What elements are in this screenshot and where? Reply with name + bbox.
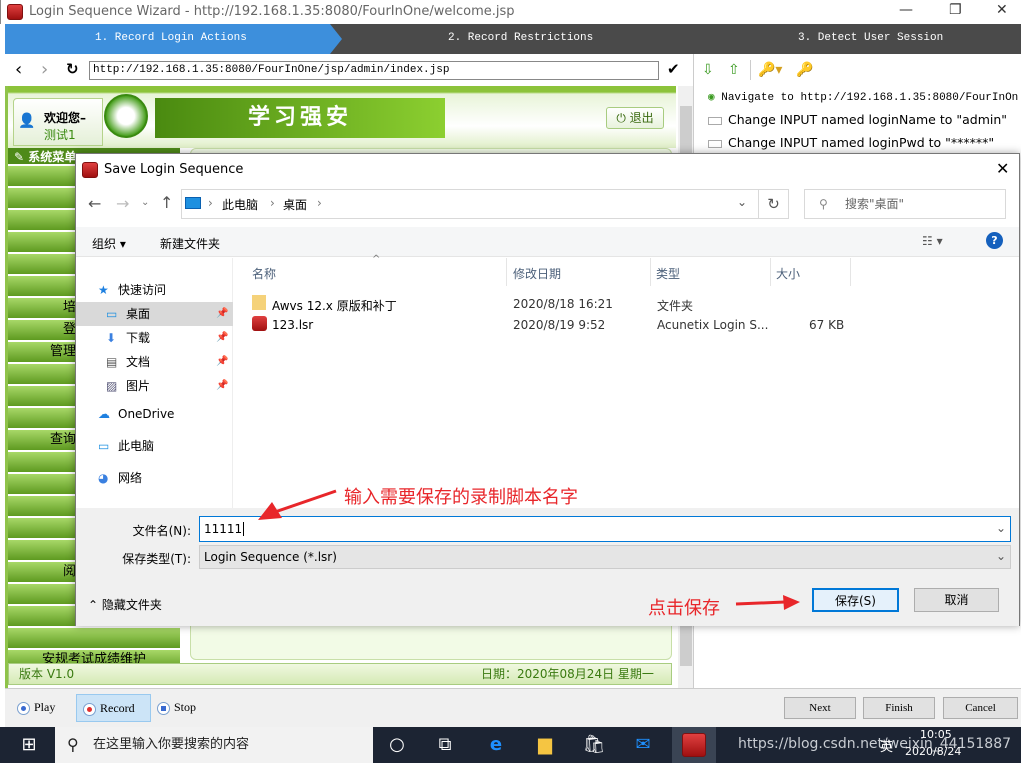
play-button[interactable]: Play <box>17 700 55 715</box>
annotation-arrows <box>258 489 800 610</box>
clock-time[interactable]: 10:05 <box>920 728 952 741</box>
taskbar: ⊞ ⚲ 在这里输入你要搜索的内容 ○ ⧉ e ▆ 🛍 ✉ https://blog… <box>0 727 1021 763</box>
arrow-to-save <box>735 595 800 610</box>
cortana-icon[interactable]: ○ <box>385 733 409 757</box>
taskbar-search-placeholder: 在这里输入你要搜索的内容 <box>93 737 250 752</box>
watermark: https://blog.csdn.net/weixin_44151887 <box>738 736 1012 752</box>
record-icon <box>83 702 96 716</box>
record-button[interactable]: Record <box>76 694 151 722</box>
stop-label: Stop <box>174 700 197 714</box>
start-windows-icon[interactable]: ⊞ <box>17 733 41 757</box>
wizard-cancel-button[interactable]: Cancel <box>943 697 1018 719</box>
ime-indicator[interactable]: 英 <box>880 736 893 755</box>
taskbar-search[interactable]: ⚲ 在这里输入你要搜索的内容 <box>55 727 373 763</box>
mail-icon[interactable]: ✉ <box>631 733 655 757</box>
stop-icon <box>157 701 170 715</box>
edge-icon[interactable]: e <box>484 733 508 757</box>
next-button[interactable]: Next <box>784 697 856 719</box>
annotation-input-hint: 输入需要保存的录制脚本名字 <box>344 487 578 508</box>
play-label: Play <box>34 700 56 714</box>
file-explorer-icon[interactable]: ▆ <box>533 733 557 757</box>
acunetix-taskbar-button[interactable] <box>672 727 716 763</box>
annotation-save-hint: 点击保存 <box>648 598 720 619</box>
arrow-to-filename <box>258 489 337 520</box>
finish-button[interactable]: Finish <box>863 697 935 719</box>
play-icon <box>17 701 30 715</box>
record-label: Record <box>100 701 135 715</box>
stop-button[interactable]: Stop <box>157 700 196 715</box>
wizard-footer: Play Record Stop Next Finish Cancel <box>5 688 1021 727</box>
task-view-icon[interactable]: ⧉ <box>433 733 457 757</box>
store-icon[interactable]: 🛍 <box>582 733 606 757</box>
clock-date[interactable]: 2020/8/24 <box>905 745 961 758</box>
acunetix-icon <box>682 733 706 757</box>
search-icon: ⚲ <box>67 735 79 754</box>
